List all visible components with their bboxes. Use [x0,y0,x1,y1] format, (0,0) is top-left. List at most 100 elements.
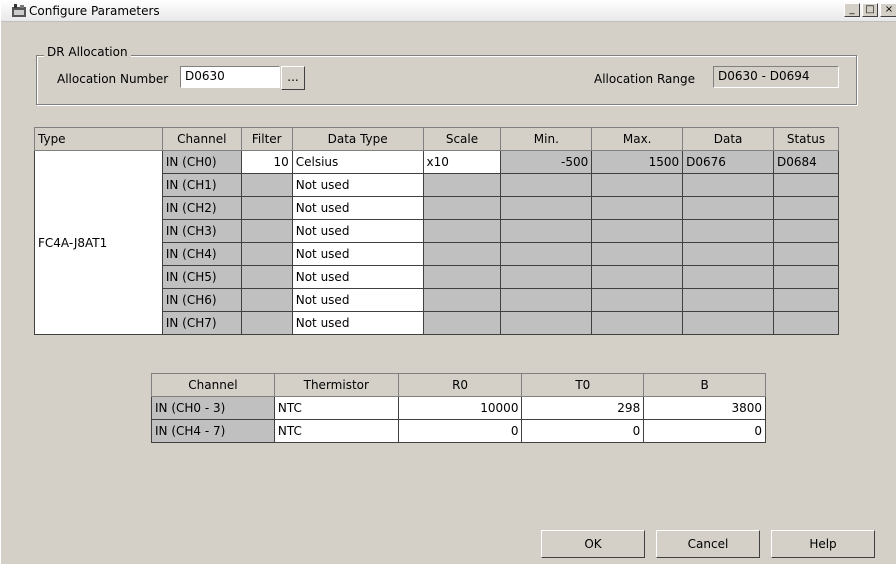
data-cell: D0676 [682,150,774,174]
channel-cell: IN (CH2) [161,196,242,220]
filter-cell [240,173,293,197]
data-type-cell[interactable]: Not used [291,288,424,312]
min-cell: -500 [500,150,593,174]
data-cell [682,288,774,312]
maximize-button[interactable]: □ [862,3,878,17]
data-type-cell[interactable]: Not used [291,219,424,243]
scale-cell [422,173,502,197]
data-type-cell[interactable]: Celsius [291,150,424,174]
data-type-cell[interactable]: Not used [291,311,424,335]
channel-table-header: Type Channel Filter Data Type Scale Min.… [34,127,840,151]
min-cell [500,288,593,312]
max-cell: 1500 [591,150,684,174]
allocation-range-field: D0630 - D0694 [713,66,839,88]
status-cell [772,219,840,243]
data-cell [682,173,774,197]
channel-cell: IN (CH3) [161,219,242,243]
channel-table: Type Channel Filter Data Type Scale Min.… [34,127,840,335]
close-icon: × [884,4,894,15]
data-cell [682,311,774,335]
data-cell [682,242,774,266]
allocation-range-label: Allocation Range [594,72,696,86]
t0-cell[interactable]: 298 [521,396,645,420]
col-min[interactable]: Min. [500,127,593,151]
max-cell [591,288,684,312]
scale-cell [422,219,502,243]
min-cell [500,242,593,266]
col-data[interactable]: Data [682,127,774,151]
max-cell [591,173,684,197]
col-r0[interactable]: R0 [397,373,523,397]
table-row: FC4A-J8AT1 IN (CH0) 10 Celsius x10 -500 … [34,150,840,335]
configure-parameters-window: Configure Parameters _ □ × DR Allocation… [0,0,896,564]
col-th-channel[interactable]: Channel [151,373,275,397]
col-filter[interactable]: Filter [240,127,293,151]
scale-cell [422,288,502,312]
col-b[interactable]: B [643,373,766,397]
scale-cell [422,311,502,335]
filter-cell [240,288,293,312]
status-cell [772,242,840,266]
channel-range-cell: IN (CH0 - 3) [151,396,275,420]
allocation-number-label: Allocation Number [57,72,169,86]
thermistor-cell[interactable]: NTC [273,396,399,420]
b-cell[interactable]: 0 [643,419,766,443]
channel-range-cell: IN (CH4 - 7) [151,419,275,443]
close-button[interactable]: × [880,3,896,17]
data-type-cell[interactable]: Not used [291,173,424,197]
channel-cell: IN (CH1) [161,173,242,197]
data-type-cell[interactable]: Not used [291,242,424,266]
filter-cell [240,311,293,335]
browse-button[interactable]: ... [281,66,305,90]
max-cell [591,265,684,289]
data-cell [682,219,774,243]
maximize-icon: □ [865,4,875,15]
r0-cell[interactable]: 0 [397,419,523,443]
scale-cell[interactable]: x10 [422,150,502,174]
col-max[interactable]: Max. [591,127,684,151]
status-cell [772,311,840,335]
status-cell [772,265,840,289]
col-data-type[interactable]: Data Type [291,127,424,151]
data-type-cell[interactable]: Not used [291,196,424,220]
col-type[interactable]: Type [34,127,163,151]
allocation-number-field[interactable]: D0630 [180,66,280,88]
b-cell[interactable]: 3800 [643,396,766,420]
min-cell [500,265,593,289]
channel-cell: IN (CH4) [161,242,242,266]
channel-cell: IN (CH6) [161,288,242,312]
table-row: IN (CH4 - 7) NTC 0 0 0 [151,419,766,443]
minimize-button[interactable]: _ [844,3,860,17]
r0-cell[interactable]: 10000 [397,396,523,420]
t0-cell[interactable]: 0 [521,419,645,443]
filter-cell [240,265,293,289]
status-cell: D0684 [772,150,840,174]
min-cell [500,196,593,220]
min-cell [500,219,593,243]
status-cell [772,196,840,220]
minimize-icon: _ [849,4,855,15]
app-icon [12,4,26,17]
thermistor-table-header: Channel Thermistor R0 T0 B [151,373,766,397]
thermistor-cell[interactable]: NTC [273,419,399,443]
max-cell [591,311,684,335]
help-button[interactable]: Help [771,530,875,558]
max-cell [591,242,684,266]
window-title: Configure Parameters [29,4,160,18]
col-channel[interactable]: Channel [161,127,242,151]
data-cell [682,265,774,289]
data-type-cell[interactable]: Not used [291,265,424,289]
col-status[interactable]: Status [772,127,840,151]
col-thermistor[interactable]: Thermistor [273,373,399,397]
filter-cell[interactable]: 10 [240,150,293,174]
data-cell [682,196,774,220]
scale-cell [422,196,502,220]
filter-cell [240,242,293,266]
col-t0[interactable]: T0 [521,373,645,397]
col-scale[interactable]: Scale [422,127,502,151]
module-type-cell: FC4A-J8AT1 [34,150,163,335]
ok-button[interactable]: OK [541,530,645,558]
channel-cell: IN (CH7) [161,311,242,335]
status-cell [772,173,840,197]
cancel-button[interactable]: Cancel [656,530,760,558]
